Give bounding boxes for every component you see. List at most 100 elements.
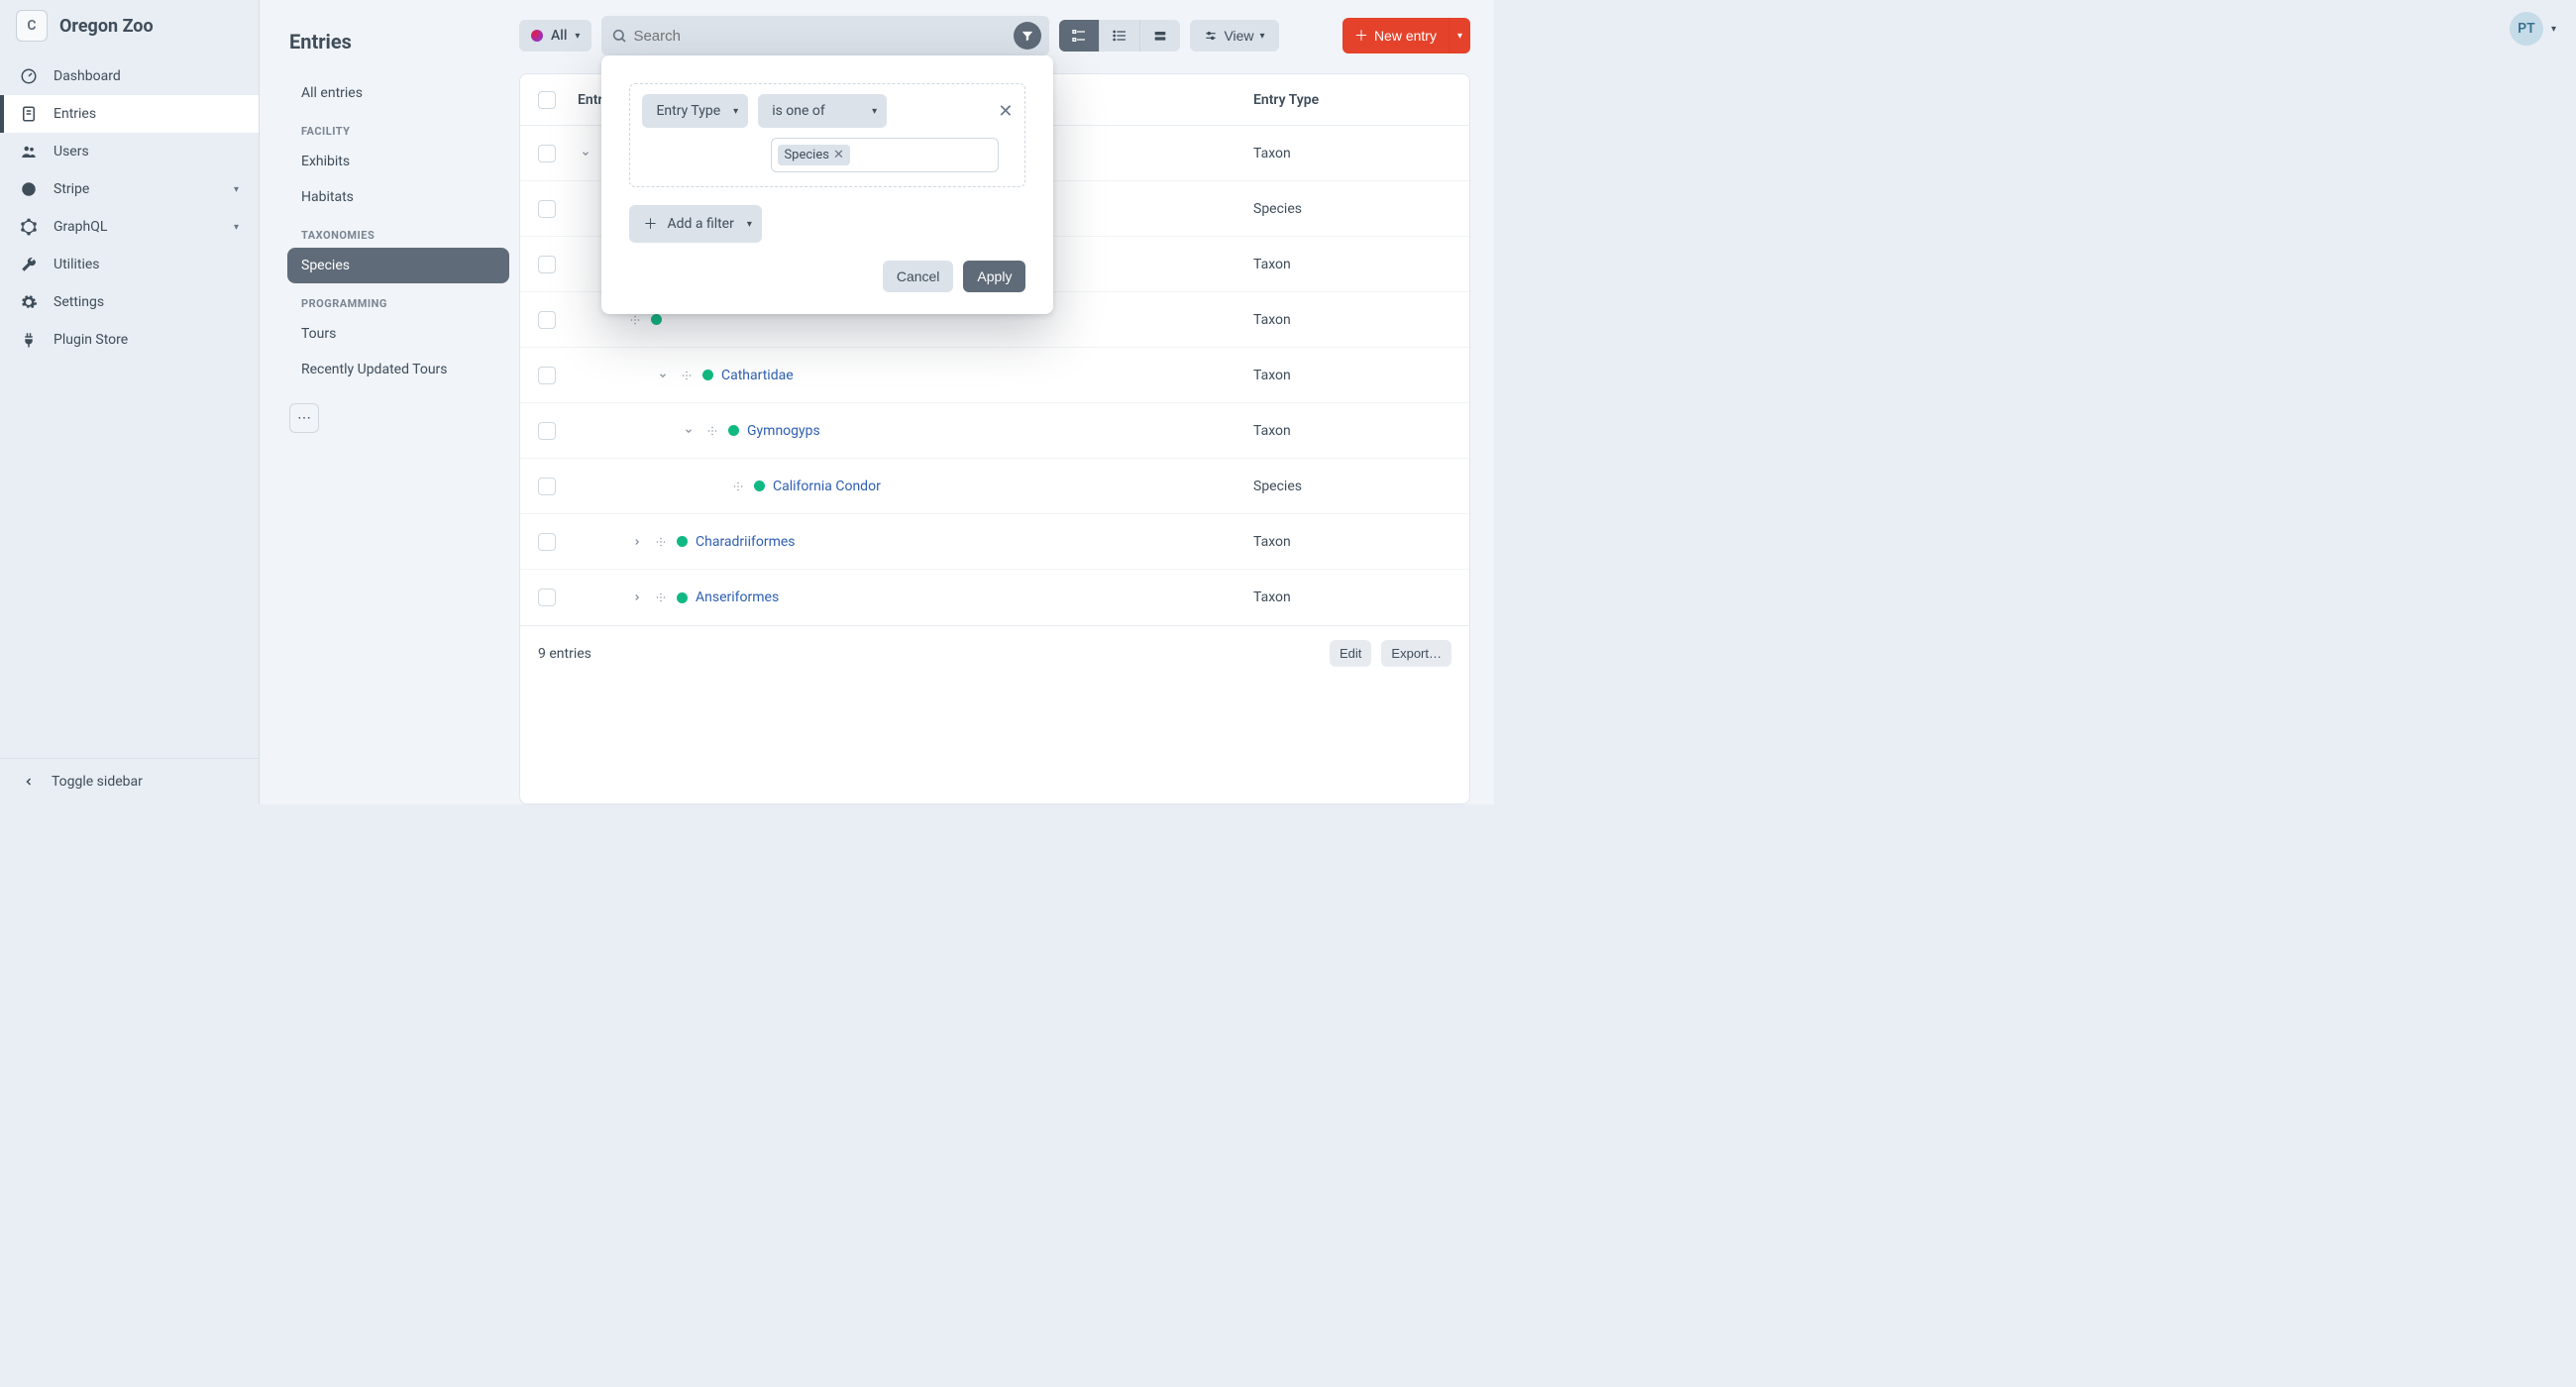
row-checkbox[interactable] [538,145,556,162]
status-dot-icon [677,592,688,603]
subnav-group-header: PROGRAMMING [287,283,509,316]
stripe-icon [20,180,38,198]
row-checkbox[interactable] [538,422,556,440]
subnav-item-species[interactable]: Species [287,248,509,283]
row-checkbox[interactable] [538,256,556,273]
drag-handle-icon[interactable] [627,314,643,326]
entry-type: Taxon [1253,368,1451,383]
expand-icon[interactable] [629,592,645,602]
col-type-header[interactable]: Entry Type [1253,92,1451,108]
remove-filter-button[interactable]: ✕ [998,101,1013,122]
subnav-group-header: TAXONOMIES [287,215,509,248]
plus-icon: ＋ [643,214,657,234]
section-subnav: Entries All entries FACILITYExhibitsHabi… [260,0,519,804]
site-filter[interactable]: All ▾ [519,20,591,52]
nav-item-stripe[interactable]: Stripe▾ [0,170,259,208]
filter-value-input[interactable]: Species✕ [771,138,999,172]
drag-handle-icon[interactable] [730,480,746,492]
new-entry-button[interactable]: ＋ New entry [1342,18,1449,53]
subnav-item-tours[interactable]: Tours [287,316,509,352]
nav-item-entries[interactable]: Entries [0,95,259,133]
nav-item-label: Dashboard [54,68,121,84]
entries-icon [20,105,38,123]
nav-item-users[interactable]: Users [0,133,259,170]
entry-type: Taxon [1253,312,1451,328]
users-icon [20,143,38,160]
new-entry-menu[interactable]: ▾ [1449,18,1470,53]
select-all-checkbox[interactable] [538,91,556,109]
filter-operator-label: is one of [772,103,825,119]
nav-item-dashboard[interactable]: Dashboard [0,57,259,95]
row-checkbox[interactable] [538,311,556,329]
filter-field-select[interactable]: Entry Type ▾ [642,94,748,128]
add-filter-button[interactable]: ＋ Add a filter ▾ [629,205,761,243]
filter-operator-select[interactable]: is one of ▾ [758,94,887,128]
search-icon [611,28,627,44]
drag-handle-icon[interactable] [679,370,695,381]
row-count: 9 entries [538,646,591,662]
brand[interactable]: C Oregon Zoo [0,0,259,52]
display-list-button[interactable] [1099,20,1139,52]
collapse-icon[interactable] [655,371,671,380]
chevron-down-icon: ▾ [575,31,580,42]
chevron-down-icon: ▾ [234,222,239,233]
add-filter-label: Add a filter [667,216,733,232]
chevron-down-icon: ▾ [1260,31,1265,42]
subnav-item-habitats[interactable]: Habitats [287,179,509,215]
gauge-icon [20,67,38,85]
table-row: California Condor Species [520,459,1469,514]
table-row: AnseriformesTaxon [520,570,1469,625]
display-tree-button[interactable] [1059,20,1099,52]
nav-item-label: Users [54,144,89,160]
nav-item-graphql[interactable]: GraphQL▾ [0,208,259,246]
row-checkbox[interactable] [538,588,556,606]
expand-icon[interactable] [629,537,645,547]
filter-toggle[interactable] [1014,22,1041,50]
entry-link[interactable]: Charadriiformes [696,534,796,550]
cancel-button[interactable]: Cancel [883,261,954,292]
row-checkbox[interactable] [538,478,556,495]
nav-item-utilities[interactable]: Utilities [0,246,259,283]
plus-icon: ＋ [1354,26,1368,46]
view-menu[interactable]: View ▾ [1190,20,1278,52]
bulk-edit-button[interactable]: Edit [1330,640,1371,667]
toggle-sidebar[interactable]: Toggle sidebar [0,758,259,804]
row-checkbox[interactable] [538,533,556,551]
nav-item-label: Settings [54,294,104,310]
filter-chip[interactable]: Species✕ [778,145,849,165]
row-checkbox[interactable] [538,200,556,218]
global-sidebar: C Oregon Zoo Dashboard Entries Users Stripe… [0,0,260,804]
drag-handle-icon[interactable] [653,591,669,603]
subnav-item-recently-updated-tours[interactable]: Recently Updated Tours [287,352,509,387]
status-dot-icon [754,480,765,491]
chevron-down-icon: ▾ [747,219,752,230]
entry-type: Taxon [1253,534,1451,550]
search-input[interactable] [633,28,1014,45]
entry-link[interactable]: California Condor [773,479,881,494]
display-card-button[interactable] [1139,20,1180,52]
toggle-sidebar-label: Toggle sidebar [52,774,143,790]
nav-item-label: Stripe [54,181,89,197]
subnav-more-button[interactable]: ⋯ [289,403,319,433]
drag-handle-icon[interactable] [653,536,669,548]
display-mode-group [1059,20,1180,52]
nav-item-label: Utilities [54,257,100,272]
apply-button[interactable]: Apply [963,261,1025,292]
table-row: Charadriiformes Taxon [520,514,1469,570]
entry-link[interactable]: Cathartidae [721,368,794,383]
row-checkbox[interactable] [538,367,556,384]
nav-item-settings[interactable]: Settings [0,283,259,321]
remove-chip-icon[interactable]: ✕ [833,148,844,162]
entry-type: Species [1253,479,1451,494]
nav-item-plugin-store[interactable]: Plugin Store [0,321,259,359]
collapse-icon[interactable] [578,149,593,159]
export-button[interactable]: Export… [1381,640,1451,667]
table-row: Cathartidae Taxon [520,348,1469,403]
drag-handle-icon[interactable] [704,425,720,437]
new-entry-label: New entry [1374,28,1437,44]
entry-link[interactable]: Anseriformes [696,589,779,605]
collapse-icon[interactable] [681,426,697,436]
entry-link[interactable]: Gymnogyps [747,423,820,439]
subnav-item-exhibits[interactable]: Exhibits [287,144,509,179]
subnav-all-entries[interactable]: All entries [287,75,509,111]
